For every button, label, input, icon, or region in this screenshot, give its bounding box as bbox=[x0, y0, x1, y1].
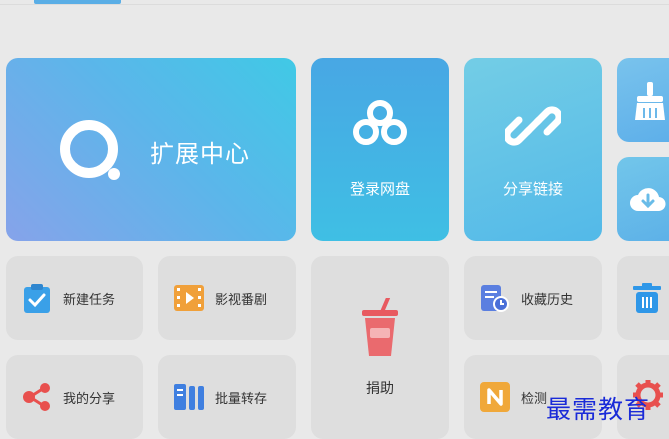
donate-label: 捐助 bbox=[366, 381, 394, 397]
login-pan-tile[interactable]: 登录网盘 bbox=[311, 58, 449, 241]
check-label: 检测 bbox=[521, 392, 548, 407]
cleanup-tile[interactable] bbox=[617, 58, 669, 142]
batch-save-tile[interactable]: 批量转存 bbox=[158, 355, 296, 439]
film-play-icon bbox=[174, 285, 204, 311]
share-nodes-icon bbox=[23, 383, 50, 411]
trash-icon bbox=[633, 283, 661, 313]
cloud-circles-icon bbox=[311, 98, 449, 154]
cloud-download-icon bbox=[630, 188, 666, 212]
chain-link-icon bbox=[464, 98, 602, 158]
favorites-label: 收藏历史 bbox=[521, 293, 574, 308]
login-pan-label: 登录网盘 bbox=[349, 180, 410, 198]
drink-cup-icon bbox=[362, 298, 398, 356]
top-divider bbox=[0, 4, 669, 5]
batch-bars-icon bbox=[174, 384, 204, 410]
cloud-download-tile[interactable] bbox=[617, 157, 669, 241]
clipboard-check-icon bbox=[24, 284, 50, 313]
watermark-text: 最需教育 bbox=[546, 395, 651, 424]
donate-tile[interactable]: 捐助 bbox=[311, 256, 449, 439]
batch-save-label: 批量转存 bbox=[215, 392, 268, 407]
n-badge-icon bbox=[480, 382, 510, 412]
ring-search-icon bbox=[60, 120, 120, 180]
share-link-label: 分享链接 bbox=[502, 180, 563, 198]
share-link-tile[interactable]: 分享链接 bbox=[464, 58, 602, 241]
new-task-tile[interactable]: 新建任务 bbox=[6, 256, 143, 340]
doc-clock-icon bbox=[481, 285, 509, 312]
video-tile[interactable]: 影视番剧 bbox=[158, 256, 296, 340]
my-share-label: 我的分享 bbox=[63, 392, 116, 407]
video-label: 影视番剧 bbox=[215, 293, 268, 308]
my-share-tile[interactable]: 我的分享 bbox=[6, 355, 143, 439]
broom-icon bbox=[635, 82, 665, 120]
favorites-tile[interactable]: 收藏历史 bbox=[464, 256, 602, 340]
extensions-label: 扩展中心 bbox=[150, 140, 250, 168]
new-task-label: 新建任务 bbox=[63, 293, 116, 308]
trash-tile[interactable] bbox=[617, 256, 669, 340]
extensions-tile[interactable]: 扩展中心 bbox=[6, 58, 296, 241]
active-tab-indicator bbox=[34, 0, 121, 4]
